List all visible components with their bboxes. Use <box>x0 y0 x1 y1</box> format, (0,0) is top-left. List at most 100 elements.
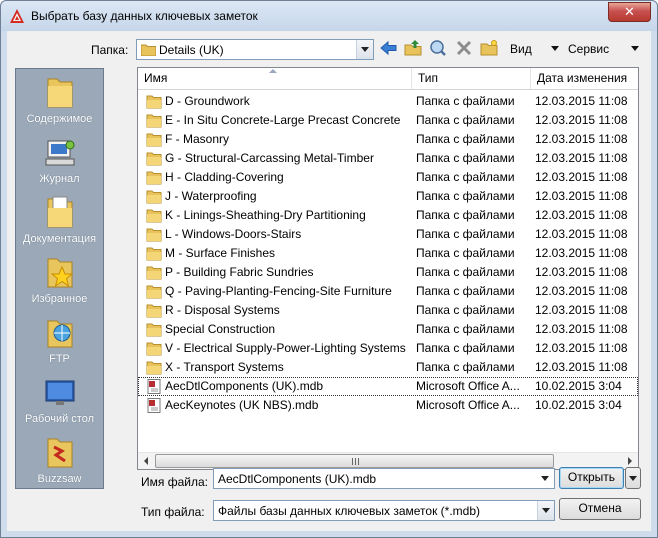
file-date: 12.03.2015 11:08 <box>535 360 628 374</box>
filetype-value: Файлы базы данных ключевых заметок (*.md… <box>218 504 480 518</box>
filetype-dropdown[interactable]: Файлы базы данных ключевых заметок (*.md… <box>213 500 555 521</box>
file-name: J - Waterproofing <box>165 189 257 203</box>
place-label: Документация <box>22 233 97 245</box>
table-row[interactable]: J - Waterproofing Папка с файлами 12.03.20… <box>138 187 638 206</box>
place-buzzsaw[interactable]: Buzzsaw <box>16 435 103 485</box>
folder-label: Папка: <box>91 43 129 57</box>
table-row[interactable]: Q - Paving-Planting-Fencing-Site Furnitu… <box>138 282 638 301</box>
up-folder-icon[interactable] <box>404 40 422 56</box>
view-menu[interactable]: Вид <box>510 42 532 56</box>
table-row[interactable]: F - Masonry Папка с файлами 12.03.2015 11:… <box>138 130 638 149</box>
dialog-window: Выбрать базу данных ключевых заметок ✕ П… <box>0 0 658 538</box>
place-label: FTP <box>49 353 70 365</box>
file-name: H - Cladding-Covering <box>165 170 284 184</box>
file-name: Q - Paving-Planting-Fencing-Site Furnitu… <box>165 284 392 298</box>
table-row[interactable]: P - Building Fabric Sundries Папка с файл… <box>138 263 638 282</box>
new-folder-icon[interactable] <box>480 40 498 56</box>
file-type: Microsoft Office A... <box>416 379 520 393</box>
chevron-down-icon[interactable] <box>537 501 554 520</box>
place-history[interactable]: Журнал <box>16 135 103 185</box>
table-row[interactable]: X - Transport Systems Папка с файлами 12.0… <box>138 358 638 377</box>
service-menu[interactable]: Сервис <box>568 42 609 56</box>
delete-icon[interactable] <box>455 40 473 56</box>
open-options-icon[interactable] <box>625 467 641 489</box>
column-header-name[interactable]: Имя <box>138 68 412 89</box>
folder-dropdown[interactable]: Details (UK) <box>136 39 374 60</box>
table-row[interactable]: V - Electrical Supply-Power-Lighting Sys… <box>138 339 638 358</box>
chevron-down-icon[interactable] <box>356 40 373 59</box>
file-type: Папка с файлами <box>416 265 515 279</box>
table-row[interactable]: E - In Situ Concrete-Large Precast Concr… <box>138 111 638 130</box>
file-date: 12.03.2015 11:08 <box>535 227 628 241</box>
file-date: 12.03.2015 11:08 <box>535 189 628 203</box>
filename-field[interactable]: AecDtlComponents (UK).mdb <box>213 468 555 489</box>
scroll-left-icon[interactable] <box>144 457 148 465</box>
file-date: 12.03.2015 11:08 <box>535 113 628 127</box>
documents-icon <box>47 196 72 228</box>
file-name: Special Construction <box>165 322 276 336</box>
place-desktop[interactable]: Рабочий стол <box>16 375 103 425</box>
file-name: M - Surface Finishes <box>165 246 276 260</box>
autocad-app-icon <box>10 9 24 23</box>
place-favorites[interactable]: Избранное <box>16 255 103 305</box>
title-bar[interactable]: Выбрать базу данных ключевых заметок ✕ <box>1 1 657 31</box>
file-date: 12.03.2015 11:08 <box>535 246 628 260</box>
view-dropdown-icon[interactable] <box>551 46 559 51</box>
place-label: Журнал <box>39 173 80 185</box>
file-list[interactable]: Имя Тип Дата изменения D - Groundwork Пап… <box>137 67 639 470</box>
folder-icon <box>146 95 162 109</box>
chevron-down-icon[interactable] <box>537 469 554 488</box>
table-row[interactable]: G - Structural-Carcassing Metal-Timber Па… <box>138 149 638 168</box>
file-name: R - Disposal Systems <box>165 303 280 317</box>
grip-icon <box>352 458 359 465</box>
file-name: AecKeynotes (UK NBS).mdb <box>165 398 319 412</box>
file-name: E - In Situ Concrete-Large Precast Concr… <box>165 113 401 127</box>
open-button[interactable]: Открыть <box>559 467 624 489</box>
table-row[interactable]: M - Surface Finishes Папка с файлами 12.03… <box>138 244 638 263</box>
filetype-label: Тип файла: <box>141 505 205 519</box>
filename-value: AecDtlComponents (UK).mdb <box>218 472 377 486</box>
file-type: Папка с файлами <box>416 246 515 260</box>
dialog-body: Папка: Details (UK) Вид Сервис Содержимо… <box>7 31 651 531</box>
folder-icon <box>146 114 162 128</box>
file-type: Папка с файлами <box>416 227 515 241</box>
folder-icon <box>146 342 162 356</box>
file-name: L - Windows-Doors-Stairs <box>165 227 302 241</box>
place-documents[interactable]: Документация <box>16 195 103 245</box>
folder-icon <box>146 228 162 242</box>
place-ftp[interactable]: FTP <box>16 315 103 365</box>
folder-icon <box>146 304 162 318</box>
place-content[interactable]: Содержимое <box>16 75 103 125</box>
file-date: 10.02.2015 3:04 <box>535 379 622 393</box>
scroll-right-icon[interactable] <box>628 457 632 465</box>
table-row[interactable]: L - Windows-Doors-Stairs Папка с файлами 1… <box>138 225 638 244</box>
file-type: Папка с файлами <box>416 113 515 127</box>
service-dropdown-icon[interactable] <box>631 46 639 51</box>
column-header-date[interactable]: Дата изменения <box>531 68 638 89</box>
access-database-icon <box>147 398 161 413</box>
filename-label: Имя файла: <box>141 475 208 489</box>
file-date: 12.03.2015 11:08 <box>535 94 628 108</box>
column-header-type[interactable]: Тип <box>412 68 531 89</box>
back-arrow-icon[interactable] <box>380 40 398 56</box>
file-name: D - Groundwork <box>165 94 250 108</box>
file-date: 12.03.2015 11:08 <box>535 303 628 317</box>
file-type: Папка с файлами <box>416 94 515 108</box>
table-row[interactable]: D - Groundwork Папка с файлами 12.03.2015 … <box>138 92 638 111</box>
file-date: 12.03.2015 11:08 <box>535 132 628 146</box>
table-row[interactable]: AecDtlComponents (UK).mdb Microsoft Offic… <box>138 377 638 396</box>
file-type: Папка с файлами <box>416 360 515 374</box>
search-web-icon[interactable] <box>429 40 447 56</box>
table-row[interactable]: AecKeynotes (UK NBS).mdb Microsoft Office… <box>138 396 638 415</box>
file-date: 12.03.2015 11:08 <box>535 151 628 165</box>
access-database-icon <box>147 379 161 394</box>
scroll-thumb[interactable] <box>155 454 554 468</box>
cancel-button[interactable]: Отмена <box>559 498 641 520</box>
table-row[interactable]: K - Linings-Sheathing-Dry Partitioning Па… <box>138 206 638 225</box>
table-row[interactable]: Special Construction Папка с файлами 12.03… <box>138 320 638 339</box>
table-row[interactable]: R - Disposal Systems Папка с файлами 12.03… <box>138 301 638 320</box>
place-label: Содержимое <box>26 113 93 125</box>
table-row[interactable]: H - Cladding-Covering Папка с файлами 12.0… <box>138 168 638 187</box>
close-button[interactable]: ✕ <box>608 2 651 22</box>
folder-icon <box>146 266 162 280</box>
